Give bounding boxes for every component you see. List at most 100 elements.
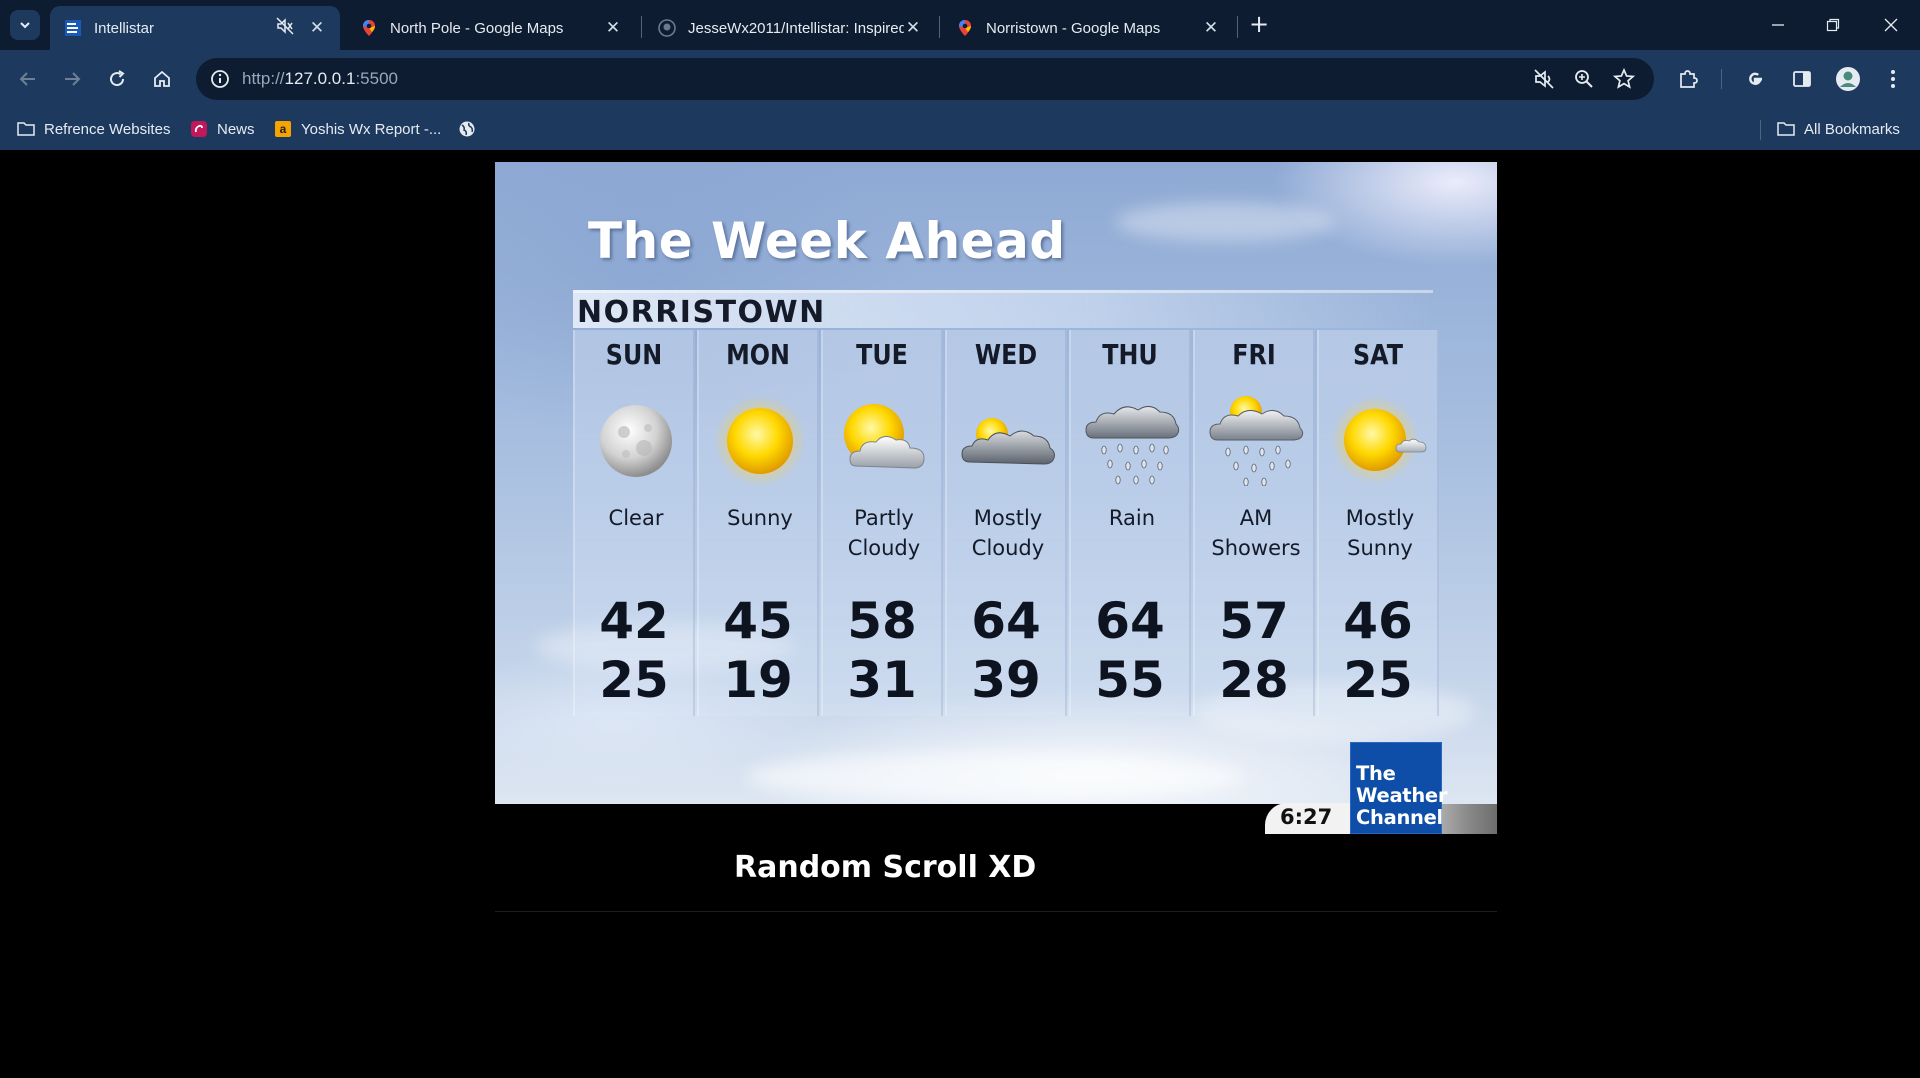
logo-line-2: Weather xyxy=(1356,784,1448,807)
condition-line-1: AM xyxy=(1239,506,1273,530)
profile-button[interactable] xyxy=(1833,64,1863,94)
all-bookmarks-button[interactable]: All Bookmarks xyxy=(1777,118,1900,140)
cloud-wisp xyxy=(1115,202,1335,242)
bookmarks-bar: Refrence Websites News a Yoshis Wx Repor… xyxy=(0,108,1920,150)
mute-tab-icon[interactable] xyxy=(276,17,294,39)
google-button[interactable] xyxy=(1740,64,1770,94)
condition-text: Partly Cloudy xyxy=(817,503,951,563)
tab-title: North Pole - Google Maps xyxy=(390,19,564,37)
week-ahead-panel: The Week Ahead NORRISTOWN SUN Clear 42 2… xyxy=(495,162,1497,804)
bookmark-globe[interactable] xyxy=(458,118,485,140)
low-temp: 31 xyxy=(847,651,917,709)
browser-toolbar: http://127.0.0.1:5500 xyxy=(0,50,1920,108)
close-tab-icon[interactable]: ✕ xyxy=(904,18,922,38)
condition-line-1: Sunny xyxy=(727,506,793,530)
location-bar: NORRISTOWN xyxy=(573,290,1433,330)
condition-text: AM Showers xyxy=(1189,503,1323,563)
site-info-icon[interactable] xyxy=(206,65,234,93)
forward-button[interactable] xyxy=(57,64,87,94)
side-panel-icon xyxy=(1793,71,1811,87)
kebab-menu-icon xyxy=(1891,70,1895,88)
browser-menu-button[interactable] xyxy=(1878,64,1908,94)
globe-icon xyxy=(458,120,476,138)
url-text[interactable]: http://127.0.0.1:5500 xyxy=(242,69,398,89)
condition-line-1: Rain xyxy=(1108,506,1156,530)
bookmark-label: News xyxy=(217,120,255,138)
scroll-text: Random Scroll XD xyxy=(734,850,1037,885)
bookmark-refrence-websites[interactable]: Refrence Websites xyxy=(17,118,170,140)
folder-icon xyxy=(1777,120,1795,138)
high-temp: 45 xyxy=(723,592,793,650)
close-tab-icon[interactable]: ✕ xyxy=(308,18,326,38)
url-port: :5500 xyxy=(355,69,398,88)
svg-text:a: a xyxy=(280,122,287,136)
condition-line-2: Showers xyxy=(1211,536,1301,560)
location-name: NORRISTOWN xyxy=(577,295,826,330)
home-icon xyxy=(154,70,170,87)
zoom-icon[interactable] xyxy=(1572,67,1596,91)
minimize-button[interactable] xyxy=(1763,10,1793,40)
condition-line-1: Mostly xyxy=(973,506,1043,530)
restore-button[interactable] xyxy=(1818,10,1848,40)
high-temp: 64 xyxy=(971,592,1041,650)
condition-line-2: Cloudy xyxy=(847,536,921,560)
low-temp: 28 xyxy=(1219,651,1289,709)
restore-icon xyxy=(1826,18,1840,32)
condition-text: Clear xyxy=(569,503,703,533)
condition-line-2: Cloudy xyxy=(971,536,1045,560)
day-name: FRI xyxy=(1232,338,1276,371)
high-temp: 58 xyxy=(847,592,917,650)
high-temp: 42 xyxy=(599,592,669,650)
reload-button[interactable] xyxy=(102,64,132,94)
tab-north-pole-maps[interactable]: North Pole - Google Maps ✕ xyxy=(346,6,636,50)
tab-strip: Intellistar ✕ North Pole - Google Maps ✕… xyxy=(0,0,1920,50)
forecast-day-thu: THU Rain 64 55 xyxy=(1069,330,1191,716)
url-scheme: http:// xyxy=(242,69,285,88)
close-tab-icon[interactable]: ✕ xyxy=(604,18,622,38)
address-bar[interactable]: http://127.0.0.1:5500 xyxy=(196,58,1654,100)
url-host: 127.0.0.1 xyxy=(284,69,356,88)
day-name: SAT xyxy=(1353,338,1403,371)
mostly-cloudy-icon xyxy=(961,418,1055,465)
tab-github-intellistar[interactable]: JesseWx2011/Intellistar: Inspired ✕ xyxy=(644,6,936,50)
back-button[interactable] xyxy=(13,64,43,94)
low-temp: 25 xyxy=(1343,651,1413,709)
folder-icon xyxy=(17,120,35,138)
forecast-day-fri: FRI AM Showers 57 28 xyxy=(1193,330,1315,716)
extensions-button[interactable] xyxy=(1673,64,1703,94)
divider xyxy=(495,911,1497,912)
home-button[interactable] xyxy=(147,64,177,94)
page-title: The Week Ahead xyxy=(588,212,1066,270)
low-temp: 19 xyxy=(723,651,793,709)
condition-text: Mostly Cloudy xyxy=(941,503,1075,563)
close-tab-icon[interactable]: ✕ xyxy=(1202,18,1220,38)
media-muted-icon[interactable] xyxy=(1532,67,1556,91)
chevron-down-icon xyxy=(20,22,30,29)
tab-separator xyxy=(641,16,642,38)
google-g-icon xyxy=(1749,72,1762,85)
forecast-day-wed: WED Mostly Cloudy 64 39 xyxy=(945,330,1067,716)
condition-text: Sunny xyxy=(693,503,827,533)
mostly-sunny-icon xyxy=(1331,396,1427,484)
tab-search-button[interactable] xyxy=(10,10,40,40)
low-temp: 39 xyxy=(971,651,1041,709)
high-temp: 46 xyxy=(1343,592,1413,650)
puzzle-piece-icon xyxy=(1680,70,1698,88)
close-icon xyxy=(1884,18,1898,32)
bookmark-news[interactable]: News xyxy=(190,118,255,140)
condition-text: Rain xyxy=(1065,503,1199,533)
tab-separator xyxy=(1237,16,1238,38)
news-icon xyxy=(190,120,208,138)
tab-separator xyxy=(939,16,940,38)
logo-line-3: Channel xyxy=(1356,806,1443,829)
tab-intellistar[interactable]: Intellistar ✕ xyxy=(50,6,340,50)
tab-title: Intellistar xyxy=(94,19,155,37)
new-tab-button[interactable]: + xyxy=(1246,12,1272,38)
bookmarks-separator xyxy=(1760,120,1761,140)
bookmark-label: Yoshis Wx Report -... xyxy=(301,120,442,138)
bookmark-yoshis-wx-report[interactable]: a Yoshis Wx Report -... xyxy=(274,118,441,140)
tab-norristown-maps[interactable]: Norristown - Google Maps ✕ xyxy=(942,6,1234,50)
bookmark-star-icon[interactable] xyxy=(1612,67,1636,91)
side-panel-button[interactable] xyxy=(1787,64,1817,94)
close-window-button[interactable] xyxy=(1876,10,1906,40)
